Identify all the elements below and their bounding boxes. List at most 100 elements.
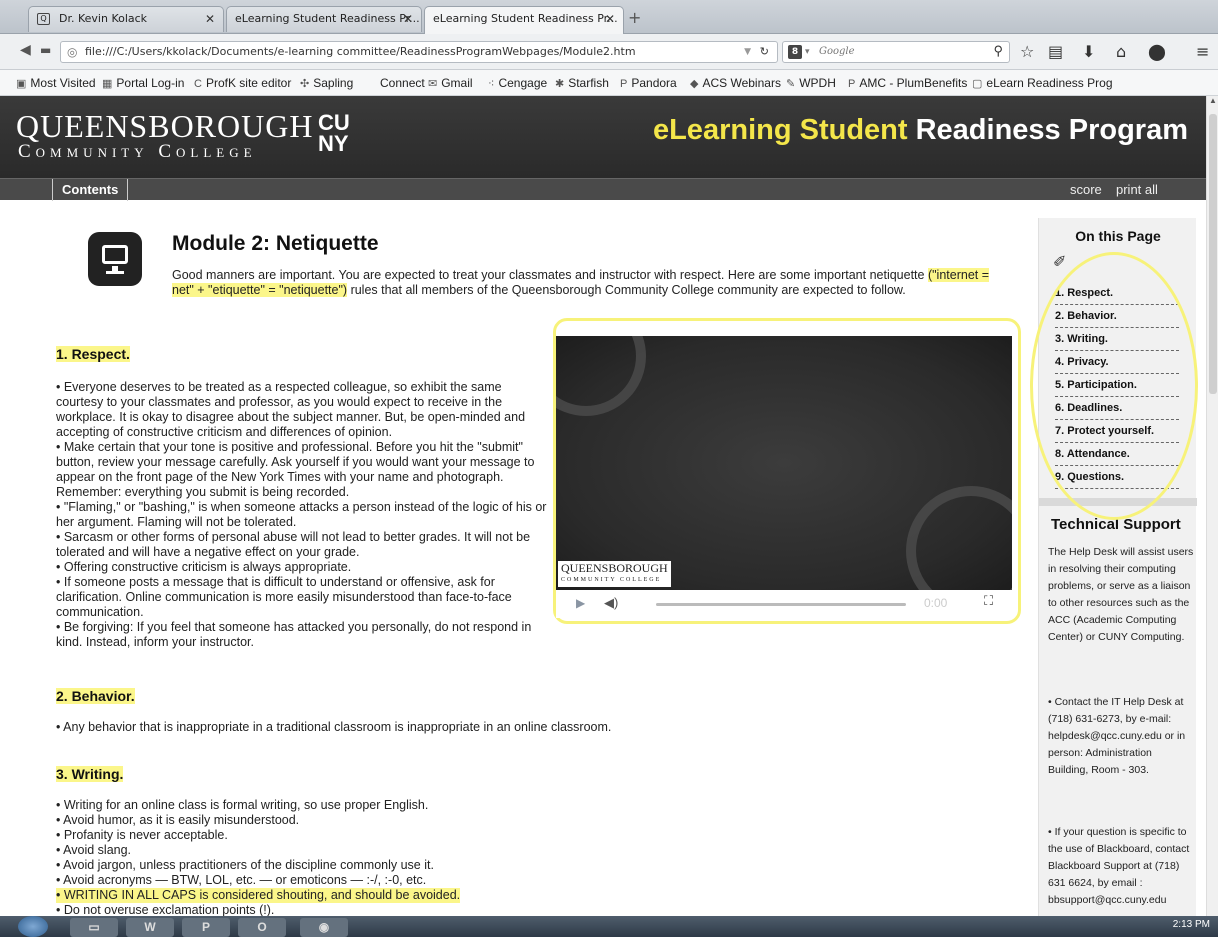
bookmark-gmail[interactable]: ✉ Gmail <box>428 70 473 97</box>
list-item: • Avoid jargon, unless practitioners of … <box>56 858 434 872</box>
site-identity-icon[interactable]: ◎ <box>67 42 77 62</box>
download-icon[interactable]: ⬇ <box>1082 42 1095 61</box>
bookmark-profk-editor[interactable]: C ProfK site editor <box>194 70 291 97</box>
bookmarks-toolbar: ▣ Most Visited ▦ Portal Log-in C ProfK site… <box>0 70 1218 96</box>
list-item: • Avoid acronyms — BTW, LOL, etc. — or e… <box>56 873 427 887</box>
bookmark-pandora[interactable]: P Pandora <box>620 70 677 97</box>
back-icon[interactable]: ◀ <box>20 42 31 58</box>
list-item: • "Flaming," or "bashing," is when someo… <box>56 500 547 529</box>
scrollbar-thumb[interactable] <box>1209 114 1217 394</box>
list-item: • If someone posts a message that is dif… <box>56 575 512 619</box>
print-all-link[interactable]: print all <box>1116 179 1158 201</box>
clock: 2:13 PM <box>1172 919 1210 930</box>
outlook-icon[interactable]: O <box>238 918 286 937</box>
college-logo-subtitle: Community College <box>18 141 257 162</box>
sidebar-title: On this Page <box>1075 228 1161 244</box>
score-link[interactable]: score <box>1070 179 1102 201</box>
menu-icon[interactable]: ≡ <box>1196 42 1209 61</box>
search-icon[interactable]: ⚲ <box>993 42 1003 62</box>
word-icon[interactable]: W <box>126 918 174 937</box>
list-item: • Make certain that your tone is positiv… <box>56 440 535 499</box>
bookmark-starfish[interactable]: ✱ Starfish <box>555 70 609 97</box>
section-body-behavior: • Any behavior that is inappropriate in … <box>56 720 956 735</box>
adblock-icon[interactable]: ⬤ <box>1148 42 1166 61</box>
new-tab-button[interactable]: + <box>628 8 641 27</box>
bookmark-portal-login[interactable]: ▦ Portal Log-in <box>102 70 184 97</box>
portal-icon: ▦ <box>102 78 113 90</box>
firefox-icon[interactable]: ◉ <box>300 918 348 937</box>
volume-icon[interactable]: ◀) <box>604 595 618 611</box>
acs-icon: ◆ <box>690 78 699 90</box>
close-icon[interactable]: ✕ <box>403 7 413 31</box>
list-item: • Avoid humor, as it is easily misunders… <box>56 813 300 827</box>
tab-label: eLearning Student Readiness Pr... <box>235 12 420 25</box>
computer-icon <box>88 232 142 286</box>
address-bar[interactable]: ◎ file:///C:/Users/kkolack/Documents/e-l… <box>60 41 778 63</box>
tab-label: Dr. Kevin Kolack <box>59 12 148 25</box>
list-item: • Be forgiving: If you feel that someone… <box>56 620 532 649</box>
bookmark-page-icon[interactable]: ▬ <box>40 43 51 57</box>
support-contact: • Contact the IT Help Desk at (718) 631-… <box>1048 696 1186 776</box>
reload-icon[interactable]: ↻ <box>760 42 769 62</box>
browser-tab-bar: Q Dr. Kevin Kolack ✕ eLearning Student R… <box>0 0 1218 34</box>
list-item: • WRITING IN ALL CAPS is considered shou… <box>56 888 461 903</box>
site-header: QUEENSBOROUGH Community College CU NY eL… <box>0 96 1206 178</box>
list-item: • Any behavior that is inappropriate in … <box>56 720 612 734</box>
publisher-icon[interactable]: P <box>182 918 230 937</box>
amc-icon: P <box>848 78 856 90</box>
tab-elearning-1[interactable]: eLearning Student Readiness Pr... ✕ <box>226 6 422 32</box>
reading-list-icon[interactable]: ▤ <box>1048 42 1063 61</box>
close-icon[interactable]: ✕ <box>605 7 615 31</box>
pandora-icon: P <box>620 78 628 90</box>
bookmark-sapling[interactable]: ✣ Sapling <box>300 70 353 97</box>
bookmark-most-visited[interactable]: ▣ Most Visited <box>16 70 96 97</box>
search-placeholder[interactable]: Google <box>819 46 855 57</box>
section-heading-behavior: 2. Behavior. <box>56 688 135 704</box>
support-blackboard: • If your question is specific to the us… <box>1048 826 1190 906</box>
page-icon: Q <box>37 13 50 25</box>
file-explorer-icon[interactable]: ▭ <box>70 918 118 937</box>
star-icon[interactable]: ☆ <box>1020 42 1034 61</box>
search-bar[interactable]: 8 ▾ Google ⚲ <box>782 41 1010 63</box>
section-body-respect: • Everyone deserves to be treated as a r… <box>56 380 550 650</box>
module-intro: Good manners are important. You are expe… <box>172 268 990 297</box>
home-icon[interactable]: ⌂ <box>1116 42 1126 61</box>
page-title: Module 2: Netiquette <box>172 232 379 255</box>
video-progress-bar[interactable] <box>656 603 906 606</box>
dropdown-icon[interactable]: ▾ <box>805 42 810 62</box>
bookmark-icon: ▣ <box>16 78 27 90</box>
bookmark-acs-webinars[interactable]: ◆ ACS Webinars <box>690 70 781 97</box>
play-icon[interactable]: ▶ <box>576 596 585 610</box>
url-text[interactable]: file:///C:/Users/kkolack/Documents/e-lea… <box>85 45 636 58</box>
page-scrollbar[interactable]: ▲ <box>1206 96 1218 916</box>
support-intro: The Help Desk will assist users in resol… <box>1048 546 1194 643</box>
tab-elearning-2[interactable]: eLearning Student Readiness Pr... ✕ <box>424 6 624 34</box>
tab-dr-kevin-kolack[interactable]: Q Dr. Kevin Kolack ✕ <box>28 6 224 32</box>
bookmark-cengage[interactable]: ⁖ Cengage <box>488 70 547 97</box>
os-taskbar: ▭ W P O ◉ 2:13 PM <box>0 916 1218 937</box>
page-icon: ▢ <box>972 78 983 90</box>
bookmark-amc-plumbenefits[interactable]: P AMC - PlumBenefits <box>848 70 967 97</box>
starfish-icon: ✱ <box>555 78 565 90</box>
video-player[interactable]: QUEENSBOROUGH COMMUNITY COLLEGE <box>556 336 1012 590</box>
bookmark-connect[interactable]: Connect <box>380 70 425 96</box>
cuny-logo: CU NY <box>318 110 350 156</box>
list-item: • Profanity is never acceptable. <box>56 828 228 842</box>
section-heading-writing: 3. Writing. <box>56 766 124 782</box>
start-button[interactable] <box>18 916 48 937</box>
dropdown-icon[interactable]: ▼ <box>744 42 751 62</box>
list-item: • Avoid slang. <box>56 843 132 857</box>
bookmark-elearn-readiness[interactable]: ▢ eLearn Readiness Prog <box>972 70 1113 97</box>
video-controls: ▶ ◀) 0:00 ⛶ <box>556 590 1012 618</box>
list-item: • Sarcasm or other forms of personal abu… <box>56 530 531 559</box>
video-logo: QUEENSBOROUGH COMMUNITY COLLEGE <box>558 561 671 587</box>
scroll-up-icon[interactable]: ▲ <box>1209 96 1217 105</box>
contents-button[interactable]: Contents <box>52 179 129 201</box>
search-engine-icon[interactable]: 8 <box>788 45 802 59</box>
bookmark-wpdh[interactable]: ✎ WPDH <box>786 70 836 97</box>
fullscreen-icon[interactable]: ⛶ <box>984 594 993 609</box>
college-logo[interactable]: QUEENSBOROUGH <box>16 110 313 142</box>
editor-icon: C <box>194 78 202 90</box>
list-item: • Offering constructive criticism is alw… <box>56 560 352 574</box>
close-icon[interactable]: ✕ <box>205 7 215 31</box>
